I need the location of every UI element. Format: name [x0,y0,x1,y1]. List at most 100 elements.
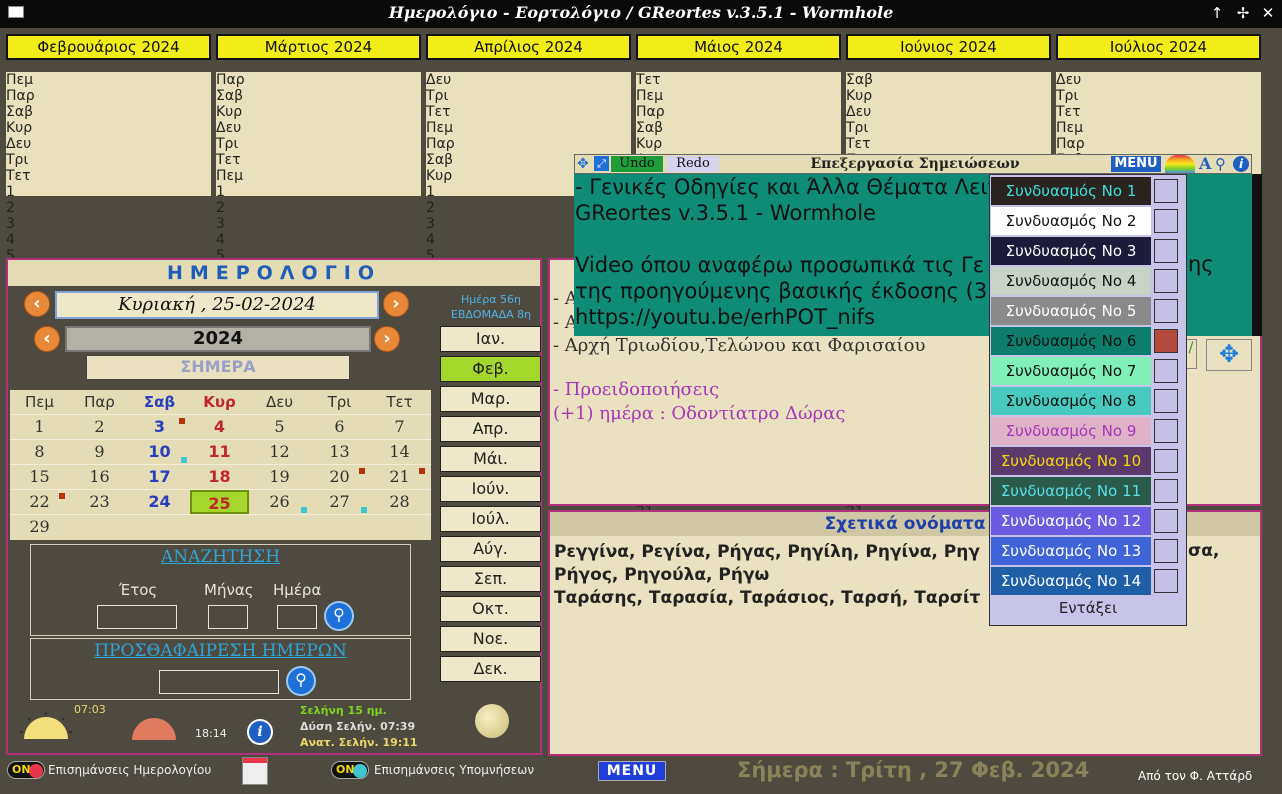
move-icon[interactable]: ✥ [577,156,589,172]
calendar-day[interactable]: 11 [190,440,249,464]
mini-day[interactable]: 3 [6,216,211,232]
combo-swatch[interactable] [1154,449,1178,473]
calendar-day[interactable]: 17 [130,465,189,489]
month-button[interactable]: Νοε. [440,626,541,652]
combo-item[interactable]: Συνδυασμός Νο 4 [991,267,1151,295]
month-header-5[interactable]: Ιούνιος 2024 [846,34,1051,60]
move-icon[interactable]: ✥ [1206,339,1252,371]
next-day-button[interactable]: › [383,291,409,317]
month-field[interactable] [208,605,248,629]
search-icon[interactable]: ⚲ [324,601,354,631]
mini-day[interactable]: 1 [216,184,421,200]
combo-swatch[interactable] [1154,569,1178,593]
restore-icon[interactable]: ✢ [1234,4,1252,22]
month-button[interactable]: Ιούν. [440,476,541,502]
calendar-marks-toggle[interactable]: ON [7,761,45,779]
calendar-day[interactable]: 23 [70,490,129,514]
days-field[interactable] [159,670,279,694]
combo-item[interactable]: Συνδυασμός Νο 1 [991,177,1151,205]
combo-swatch[interactable] [1154,419,1178,443]
combo-swatch[interactable] [1154,329,1178,353]
calendar-day[interactable]: 29 [10,515,69,539]
today-button[interactable]: ΣΗΜΕΡΑ [86,355,350,380]
month-header-4[interactable]: Μάιος 2024 [636,34,841,60]
main-menu-button[interactable]: MENU [598,761,666,781]
combo-item[interactable]: Συνδυασμός Νο 7 [991,357,1151,385]
redo-button[interactable]: Redo [667,156,719,172]
combo-item[interactable]: Συνδυασμός Νο 11 [991,477,1151,505]
calendar-day[interactable]: 2 [70,415,129,439]
calendar-day[interactable]: 8 [10,440,69,464]
calendar-day[interactable]: 24 [130,490,189,514]
find-icon[interactable]: ⚲ [1215,155,1226,173]
combo-item[interactable]: Συνδυασμός Νο 9 [991,417,1151,445]
ok-button[interactable]: Εντάξει [990,599,1186,617]
month-button[interactable]: Μάι. [440,446,541,472]
combo-swatch[interactable] [1154,239,1178,263]
calendar-day[interactable]: 19 [250,465,309,489]
year-display[interactable]: 2024 [65,326,371,352]
month-header-3[interactable]: Απρίλιος 2024 [426,34,631,60]
help-icon[interactable]: i [1233,156,1249,172]
add-days-search-icon[interactable]: ⚲ [286,666,316,696]
month-button[interactable]: Σεπ. [440,566,541,592]
calendar-day[interactable]: 6 [310,415,369,439]
combo-swatch[interactable] [1154,539,1178,563]
calendar-day[interactable]: 18 [190,465,249,489]
mini-day[interactable]: 2 [216,200,421,216]
calendar-day[interactable]: 28 [370,490,429,514]
mini-day[interactable]: 1 [6,184,211,200]
calendar-day[interactable]: 25 [190,490,249,514]
combo-item[interactable]: Συνδυασμός Νο 14 [991,567,1151,595]
month-header-1[interactable]: Φεβρουάριος 2024 [6,34,211,60]
undo-button[interactable]: Undo [611,156,663,172]
close-icon[interactable]: ✕ [1259,4,1277,22]
resize-icon[interactable]: ⤢ [594,156,609,171]
calendar-day[interactable]: 14 [370,440,429,464]
rainbow-icon[interactable] [1165,155,1195,173]
combo-swatch[interactable] [1154,269,1178,293]
month-button[interactable]: Δεκ. [440,656,541,682]
mini-day[interactable]: 4 [6,232,211,248]
mini-day[interactable]: 4 [216,232,421,248]
combo-item[interactable]: Συνδυασμός Νο 8 [991,387,1151,415]
month-button[interactable]: Μαρ. [440,386,541,412]
month-button[interactable]: Ιαν. [440,326,541,352]
combo-item[interactable]: Συνδυασμός Νο 13 [991,537,1151,565]
combo-swatch[interactable] [1154,509,1178,533]
combo-swatch[interactable] [1154,209,1178,233]
reminder-marks-toggle[interactable]: ON [331,761,369,779]
calendar-day[interactable]: 7 [370,415,429,439]
maximize-icon[interactable]: ↑ [1208,4,1226,22]
combo-item[interactable]: Συνδυασμός Νο 6 [991,327,1151,355]
font-icon[interactable]: A [1199,154,1211,173]
prev-day-button[interactable]: ‹ [24,291,50,317]
month-button[interactable]: Οκτ. [440,596,541,622]
combo-swatch[interactable] [1154,299,1178,323]
combo-item[interactable]: Συνδυασμός Νο 12 [991,507,1151,535]
info-icon[interactable]: i [247,719,273,745]
combo-swatch[interactable] [1154,359,1178,383]
month-header-2[interactable]: Μάρτιος 2024 [216,34,421,60]
combo-item[interactable]: Συνδυασμός Νο 2 [991,207,1151,235]
year-field[interactable] [97,605,177,629]
calendar-day[interactable]: 1 [10,415,69,439]
calendar-day[interactable]: 16 [70,465,129,489]
combo-item[interactable]: Συνδυασμός Νο 10 [991,447,1151,475]
notes-menu-button[interactable]: MENU [1111,156,1161,172]
month-button[interactable]: Απρ. [440,416,541,442]
month-button[interactable]: Αύγ. [440,536,541,562]
month-button[interactable]: Φεβ. [440,356,541,382]
combo-swatch[interactable] [1154,479,1178,503]
calendar-day[interactable]: 12 [250,440,309,464]
day-field[interactable] [277,605,317,629]
combo-swatch[interactable] [1154,179,1178,203]
month-button[interactable]: Ιούλ. [440,506,541,532]
mini-day[interactable]: 3 [216,216,421,232]
notes-scrollbar[interactable] [1252,174,1262,336]
calendar-day[interactable]: 13 [310,440,369,464]
prev-year-button[interactable]: ‹ [34,326,60,352]
combo-swatch[interactable] [1154,389,1178,413]
calendar-icon[interactable] [242,757,268,785]
month-header-6[interactable]: Ιούλιος 2024 [1056,34,1261,60]
